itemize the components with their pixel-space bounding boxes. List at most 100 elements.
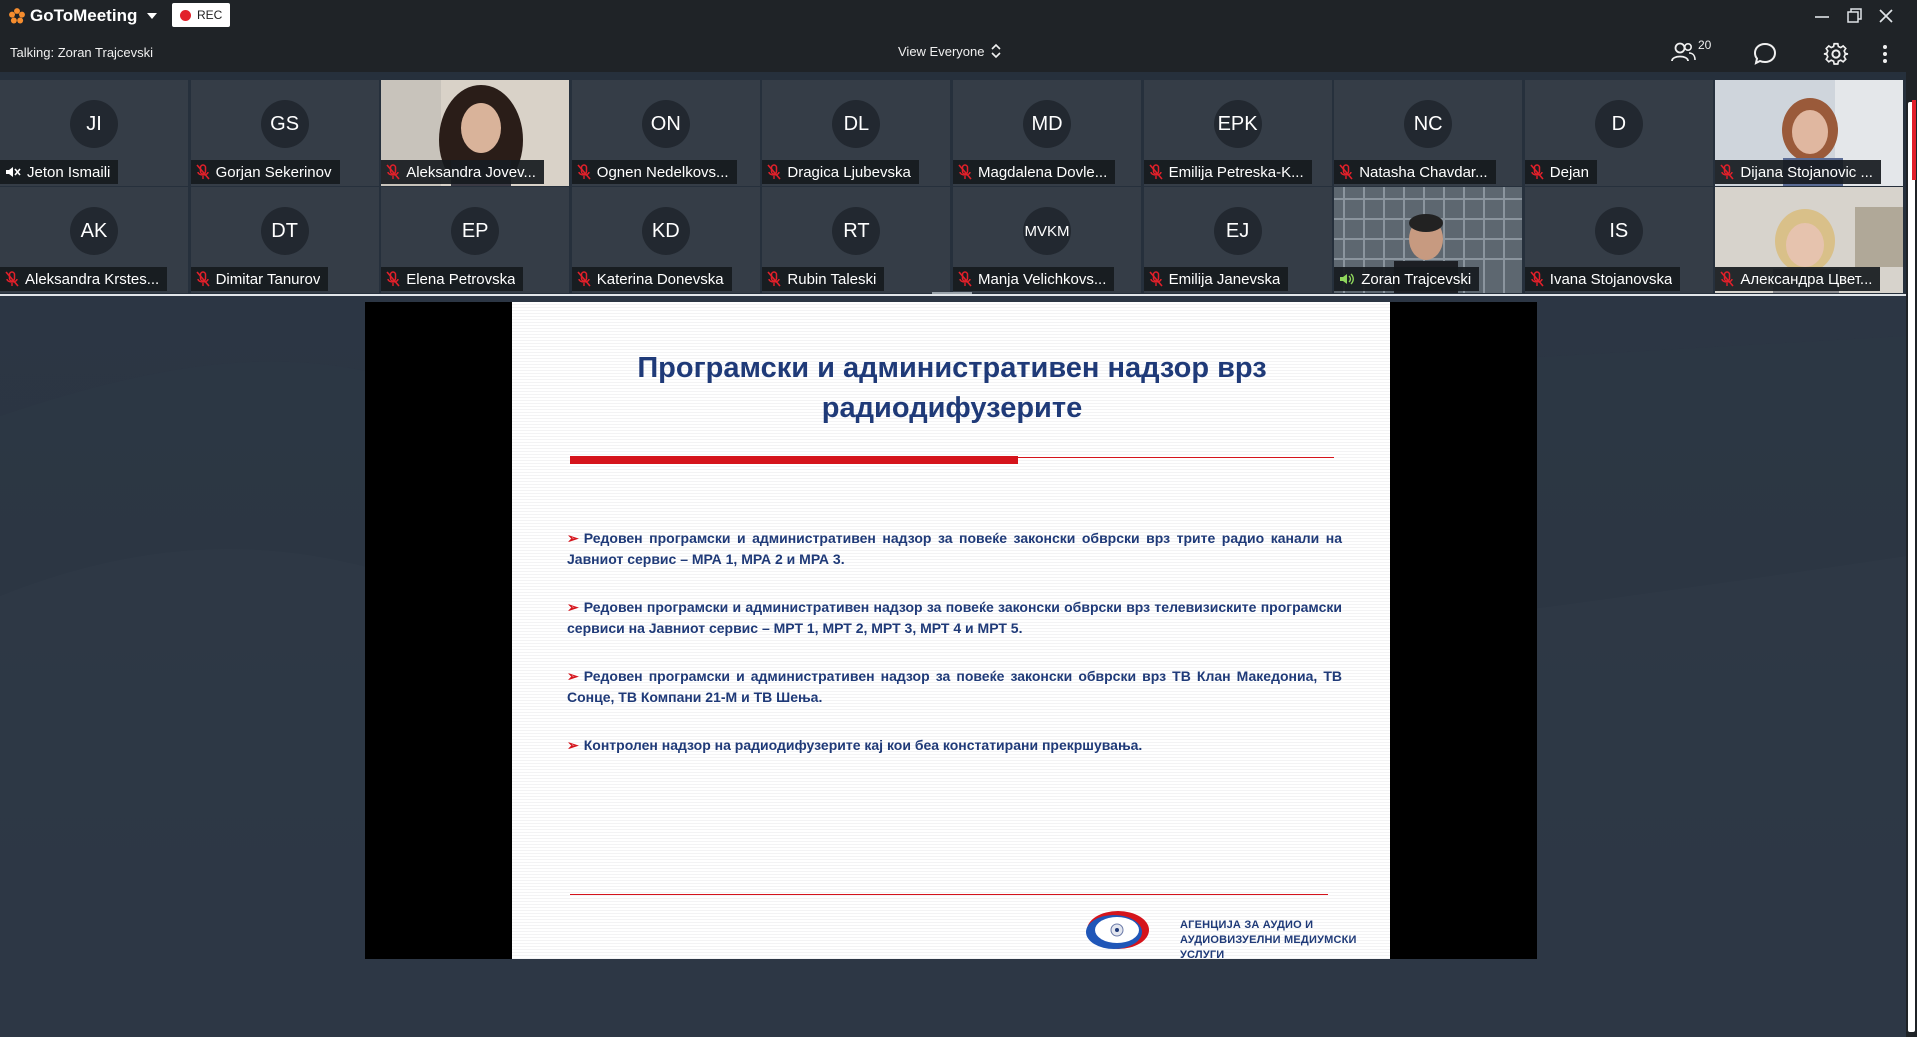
agency-name-line-1: АГЕНЦИЈА ЗА АУДИО И [1180, 919, 1314, 931]
bullet-arrow-icon: ➢ [567, 530, 579, 546]
participant-name: Zoran Trajcevski [1361, 270, 1472, 288]
participant-tile[interactable]: EP Elena Petrovska [381, 187, 570, 293]
slide-bullet: ➢ Редовен програмски и административен на… [567, 528, 1342, 570]
chevron-down-icon [147, 13, 158, 19]
control-bar: Talking: Zoran Trajcevski View Everyone … [0, 32, 1917, 72]
participant-avatar: JI [70, 100, 118, 148]
participant-nametag: Aleksandra Jovev... [381, 160, 544, 184]
mic-off-icon [577, 271, 591, 287]
mic-off-icon [767, 271, 781, 287]
participant-name: Ivana Stojanovska [1549, 270, 1673, 288]
participant-avatar: MD [1023, 100, 1071, 148]
restore-icon[interactable] [1842, 4, 1866, 28]
participant-name: Dragica Ljubevska [787, 163, 911, 181]
minimize-icon[interactable] [1810, 4, 1834, 28]
participant-avatar: AK [70, 207, 118, 255]
participant-tile[interactable]: D Dejan [1524, 80, 1713, 186]
agency-eye-logo-icon [1086, 911, 1149, 949]
close-icon[interactable] [1874, 4, 1898, 28]
participant-tile[interactable]: RT Rubin Taleski [762, 187, 951, 293]
participant-name: Dijana Stojanovic ... [1740, 163, 1873, 181]
attendees-button[interactable]: 20 [1670, 38, 1714, 66]
app-menu[interactable]: GoToMeeting [8, 5, 159, 27]
more-options-icon[interactable] [1872, 41, 1898, 67]
participant-name: Aleksandra Jovev... [406, 163, 536, 181]
participant-tile[interactable]: AK Aleksandra Krstes... [0, 187, 188, 293]
mic-off-icon [386, 164, 400, 180]
participant-name: Dejan [1549, 163, 1589, 181]
participant-tile[interactable]: EPK Emilija Petreska-K... [1143, 80, 1332, 186]
participant-tile[interactable]: KD Katerina Donevska [571, 187, 760, 293]
mic-off-icon [577, 164, 591, 180]
recording-badge[interactable]: REC [172, 3, 231, 27]
participant-nametag: Elena Petrovska [381, 267, 524, 291]
mic-off-icon [1148, 164, 1163, 180]
bullet-arrow-icon: ➢ [567, 737, 579, 753]
participant-avatar: GS [260, 100, 309, 148]
slide-title-line-2: радиодифузерите [821, 392, 1083, 424]
scrollbar-thumb[interactable] [1908, 102, 1915, 1032]
participant-avatar: EP [451, 207, 500, 255]
participant-name: Manja Velichkovs... [978, 270, 1107, 288]
participant-nametag: Manja Velichkovs... [953, 267, 1115, 291]
view-selector[interactable]: View Everyone [898, 43, 1002, 59]
speaker-muted-icon [6, 167, 21, 177]
participant-avatar: EPK [1213, 100, 1262, 148]
mic-off-icon [1530, 164, 1544, 180]
slide-bullet: ➢ Редовен програмски и административен на… [567, 597, 1342, 639]
participant-name: Magdalena Dovle... [978, 163, 1108, 181]
participant-name: Emilija Janevska [1168, 270, 1281, 288]
bullet-text: Контролен надзор на радиодифузерите кај … [583, 737, 1143, 753]
slide-title-line-1: Програмски и административен надзор врз [637, 352, 1267, 384]
title-underline-line [1018, 457, 1334, 458]
mic-off-icon [1530, 271, 1544, 287]
participant-name: Jeton Ismaili [27, 163, 111, 181]
participant-avatar: IS [1594, 207, 1643, 255]
participant-avatar: DL [832, 100, 881, 148]
agency-name: АГЕНЦИЈА ЗА АУДИО И АУДИОВИЗУЕЛНИ МЕДИУМ… [1180, 918, 1390, 963]
shared-screen-stage: Програмски и административен надзор врз … [0, 296, 1906, 1037]
participant-nametag: Magdalena Dovle... [953, 160, 1116, 184]
participant-tile[interactable]: IS Ivana Stojanovska [1524, 187, 1713, 293]
mic-off-icon [1148, 271, 1163, 287]
participant-tile[interactable]: Zoran Trajcevski [1334, 187, 1523, 293]
bullet-text: Редовен програмски и административен над… [567, 599, 1342, 636]
participant-nametag: Jeton Ismaili [0, 160, 119, 184]
mic-off-icon [195, 164, 210, 180]
gear-icon[interactable] [1823, 41, 1849, 67]
participant-avatar: MVKM [1023, 207, 1071, 255]
record-dot-icon [180, 9, 191, 21]
participant-tile[interactable]: Dijana Stojanovic ... [1715, 80, 1904, 186]
participant-tile[interactable]: JI Jeton Ismaili [0, 80, 188, 186]
participant-tile[interactable]: GS Gorjan Sekerinov [190, 80, 379, 186]
title-underline-bar [570, 456, 1018, 464]
participant-tile[interactable]: Aleksandra Jovev... [381, 80, 570, 186]
gotomeeting-logo-icon [9, 8, 25, 24]
scrollbar[interactable] [1906, 72, 1917, 1037]
participant-tile[interactable]: NC Natasha Chavdar... [1334, 80, 1523, 186]
participant-nametag: Natasha Chavdar... [1334, 160, 1496, 184]
participant-tile[interactable]: DT Dimitar Tanurov [190, 187, 379, 293]
participant-tile[interactable]: DL Dragica Ljubevska [762, 80, 951, 186]
mic-off-icon [767, 164, 781, 180]
chat-icon[interactable] [1752, 41, 1778, 67]
participant-nametag: Aleksandra Krstes... [0, 267, 168, 291]
participant-tile[interactable]: EJ Emilija Janevska [1143, 187, 1332, 293]
participant-name: Rubin Taleski [787, 270, 877, 288]
participant-tile[interactable]: Александра Цвет... [1715, 187, 1904, 293]
agency-name-line-2: АУДИОВИЗУЕЛНИ МЕДИУМСКИ УСЛУГИ [1180, 934, 1357, 961]
participant-name: Natasha Chavdar... [1359, 163, 1488, 181]
slide-footer-line [570, 894, 1328, 895]
mic-off-icon [958, 271, 972, 287]
participant-tile[interactable]: MVKM Manja Velichkovs... [953, 187, 1141, 293]
participant-avatar: EJ [1213, 207, 1262, 255]
participant-name: Gorjan Sekerinov [215, 163, 332, 181]
people-icon [1671, 42, 1696, 62]
participant-tile[interactable]: MD Magdalena Dovle... [953, 80, 1141, 186]
view-label: View Everyone [898, 43, 985, 59]
participant-tile[interactable]: ON Ognen Nedelkovs... [571, 80, 760, 186]
bullet-text: Редовен програмски и административен над… [567, 668, 1342, 705]
bullet-arrow-icon: ➢ [567, 668, 579, 684]
participant-nametag: Katerina Donevska [571, 267, 732, 291]
participant-avatar: ON [641, 100, 690, 148]
